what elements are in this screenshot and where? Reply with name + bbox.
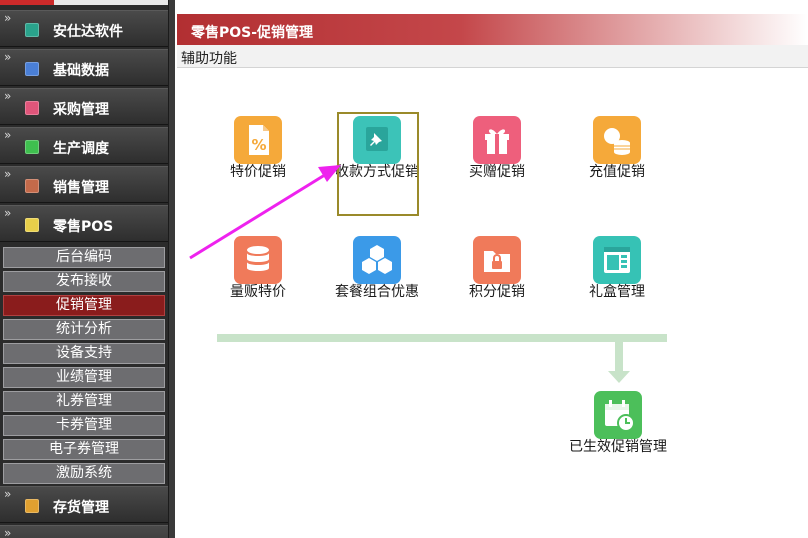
sidebar-menu-sales[interactable]: » 销售管理 bbox=[0, 166, 168, 203]
cube-pink-icon bbox=[25, 101, 39, 115]
chevron-double-right-icon: » bbox=[4, 526, 12, 538]
gift-icon bbox=[473, 116, 521, 164]
submenu-publish-receive[interactable]: 发布接收 bbox=[3, 271, 165, 292]
sidebar-menu-label: 采购管理 bbox=[53, 102, 109, 118]
tile-buy-gift-promotion[interactable]: 买赠促销 bbox=[447, 116, 547, 220]
tile-label: 充值促销 bbox=[589, 164, 645, 180]
cube-yellow-icon bbox=[25, 218, 39, 232]
sidebar-menu-label: 销售管理 bbox=[53, 180, 109, 196]
sidebar-menu-label: 基础数据 bbox=[53, 63, 109, 79]
page-title-bar: 零售POS-促销管理 bbox=[177, 14, 808, 45]
submenu-statistics[interactable]: 统计分析 bbox=[3, 319, 165, 340]
chevron-double-right-icon: » bbox=[4, 167, 12, 181]
svg-text:%: % bbox=[251, 136, 266, 154]
submenu-backend-coding[interactable]: 后台编码 bbox=[3, 247, 165, 268]
sidebar-top-strip bbox=[0, 0, 170, 5]
main-panel: 零售POS-促销管理 辅助功能 % 特价促销 收款方式促销 买赠促销 充值促销 … bbox=[175, 0, 808, 538]
cube-blue-icon bbox=[25, 62, 39, 76]
tile-active-promotions-management[interactable]: 已生效促销管理 bbox=[568, 391, 668, 495]
tile-label: 礼盒管理 bbox=[589, 284, 645, 300]
submenu-device-support[interactable]: 设备支持 bbox=[3, 343, 165, 364]
tile-bulk-special-price[interactable]: 量贩特价 bbox=[208, 236, 308, 340]
sidebar-menu-label: 生产调度 bbox=[53, 141, 109, 157]
folder-lock-icon bbox=[473, 236, 521, 284]
database-icon bbox=[234, 236, 282, 284]
tile-combo-discount[interactable]: 套餐组合优惠 bbox=[327, 236, 427, 340]
chevron-double-right-icon: » bbox=[4, 50, 12, 64]
chevron-double-right-icon: » bbox=[4, 11, 12, 25]
chevron-double-down-icon: » bbox=[4, 206, 12, 220]
flow-arrow-down-icon bbox=[608, 371, 630, 383]
sidebar-splitter[interactable] bbox=[168, 0, 175, 538]
tile-gift-box-management[interactable]: 礼盒管理 bbox=[567, 236, 667, 340]
sidebar-menu-inventory[interactable]: » 存货管理 bbox=[0, 486, 168, 523]
submenu-performance[interactable]: 业绩管理 bbox=[3, 367, 165, 388]
sidebar-menu-next[interactable]: » bbox=[0, 525, 168, 538]
sidebar-menu-production[interactable]: » 生产调度 bbox=[0, 127, 168, 164]
tile-label: 套餐组合优惠 bbox=[335, 284, 419, 300]
cube-teal-icon bbox=[25, 23, 39, 37]
sidebar-menu-label: 安仕达软件 bbox=[53, 24, 123, 40]
sidebar-menu-purchasing[interactable]: » 采购管理 bbox=[0, 88, 168, 125]
tile-label: 量贩特价 bbox=[230, 284, 286, 300]
coins-icon bbox=[593, 116, 641, 164]
main-top-margin bbox=[175, 0, 808, 14]
chevron-double-right-icon: » bbox=[4, 128, 12, 142]
cubes-icon bbox=[353, 236, 401, 284]
page-title: 零售POS-促销管理 bbox=[191, 25, 314, 41]
submenu-card-vouchers[interactable]: 卡券管理 bbox=[3, 415, 165, 436]
calendar-clock-icon bbox=[594, 391, 642, 439]
tile-label: 买赠促销 bbox=[469, 164, 525, 180]
submenu-e-vouchers[interactable]: 电子券管理 bbox=[3, 439, 165, 460]
chevron-double-right-icon: » bbox=[4, 89, 12, 103]
app-window: » 安仕达软件 » 基础数据 » 采购管理 » 生产调度 » 销售管理 » 零售… bbox=[0, 0, 808, 538]
flow-connector-stem bbox=[615, 342, 623, 372]
cube-amber-icon bbox=[25, 499, 39, 513]
sidebar: » 安仕达软件 » 基础数据 » 采购管理 » 生产调度 » 销售管理 » 零售… bbox=[0, 0, 170, 538]
tile-label: 已生效促销管理 bbox=[569, 439, 667, 455]
tile-special-price[interactable]: % 特价促销 bbox=[208, 116, 308, 220]
tile-label: 积分促销 bbox=[469, 284, 525, 300]
tile-recharge-promotion[interactable]: 充值促销 bbox=[567, 116, 667, 220]
submenu-incentives[interactable]: 激励系统 bbox=[3, 463, 165, 484]
flow-connector-bar bbox=[217, 334, 667, 342]
sidebar-menu-anshida[interactable]: » 安仕达软件 bbox=[0, 10, 168, 47]
window-icon bbox=[593, 236, 641, 284]
submenu-promotion-management[interactable]: 促销管理 bbox=[3, 295, 165, 316]
tile-points-promotion[interactable]: 积分促销 bbox=[447, 236, 547, 340]
chevron-double-right-icon: » bbox=[4, 487, 12, 501]
sidebar-menu-retail-pos[interactable]: » 零售POS bbox=[0, 205, 168, 242]
sidebar-menu-label: 零售POS bbox=[53, 219, 114, 235]
sidebar-menu-label: 存货管理 bbox=[53, 500, 109, 516]
tile-selection-frame bbox=[337, 112, 419, 216]
submenu-gift-vouchers[interactable]: 礼券管理 bbox=[3, 391, 165, 412]
percent-doc-icon: % bbox=[234, 116, 282, 164]
toolbar-label[interactable]: 辅助功能 bbox=[181, 48, 237, 68]
tile-label: 特价促销 bbox=[230, 164, 286, 180]
function-toolbar: 辅助功能 bbox=[177, 45, 808, 68]
sidebar-menu-basic-data[interactable]: » 基础数据 bbox=[0, 49, 168, 86]
cube-brown-icon bbox=[25, 179, 39, 193]
cube-green-icon bbox=[25, 140, 39, 154]
